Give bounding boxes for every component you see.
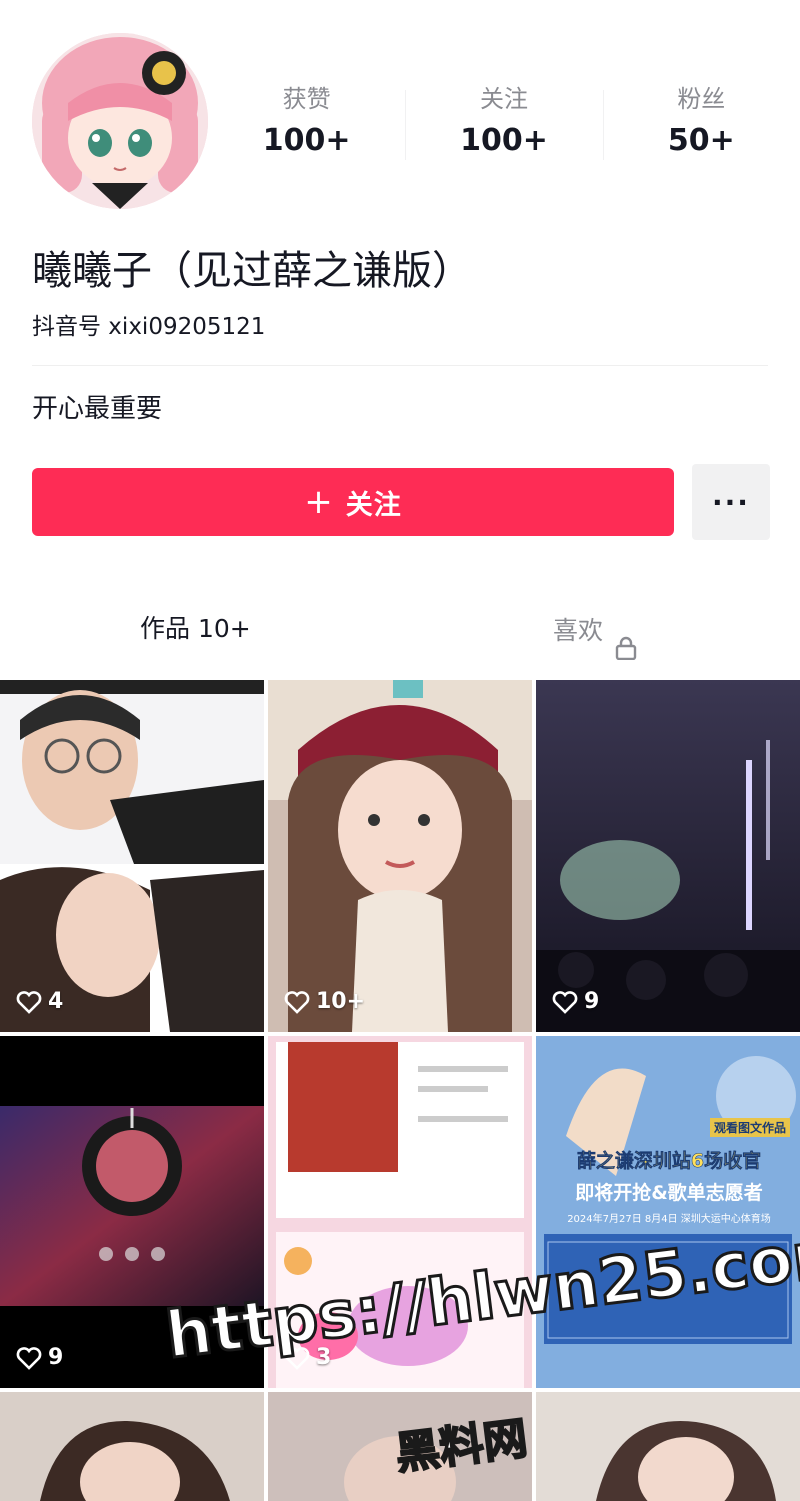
thumb-headline-2: 即将开抢&歌单志愿者 [575,1182,763,1204]
follow-button-label: 关注 [345,489,402,521]
video-thumbnail[interactable] [268,1392,532,1501]
like-count-value: 10+ [316,989,366,1014]
video-thumbnail[interactable]: 观看图文作品 薛之谦深圳站6场收官 即将开抢&歌单志愿者 2024年7月27日 … [536,1036,800,1388]
like-count: 9 [16,1345,63,1370]
video-thumbnail[interactable] [0,1392,264,1501]
like-count: 10+ [284,989,365,1014]
like-count: 9 [552,989,599,1014]
profile-stats: 获赞 100+ 关注 100+ 粉丝 50+ [208,82,800,182]
heart-icon [16,1346,42,1370]
tab-works[interactable]: 作品 10+ [140,596,251,666]
video-thumbnail[interactable]: 9 [536,680,800,1032]
video-thumbnail[interactable]: 3 [268,1036,532,1388]
like-count: 4 [16,989,63,1014]
thumb-headline-1: 薛之谦深圳站6场收官 [576,1150,762,1173]
stat-following-label: 关注 [479,85,528,113]
content-tag: 观看图文作品 [709,1118,790,1137]
lock-icon [615,619,637,661]
heart-icon [552,990,578,1014]
tab-likes[interactable]: 喜欢 [553,596,637,666]
stat-likes-value: 100+ [262,123,351,158]
like-count-value: 4 [48,989,64,1014]
tab-likes-label: 喜欢 [553,616,604,645]
thumb-subline: 2024年7月27日 8月4日 深圳大运中心体育场 [567,1214,771,1225]
stat-following-value: 100+ [460,123,548,158]
like-count: 3 [284,1345,331,1370]
video-thumbnail[interactable] [536,1392,800,1501]
stat-likes[interactable]: 获赞 100+ [208,82,405,182]
video-thumbnail[interactable]: 4 [0,680,264,1032]
follow-button[interactable]: + 关注 [32,468,674,536]
like-count-value: 3 [316,1345,332,1370]
stat-followers-value: 50+ [667,123,735,158]
more-icon: ··· [712,485,750,519]
profile-tabs: 作品 10+ 喜欢 [0,596,800,666]
user-handle: 抖音号 xixi09205121 [32,314,266,340]
avatar[interactable] [32,33,208,209]
stat-followers-label: 粉丝 [677,85,726,113]
divider [32,365,768,366]
heart-icon [284,990,310,1014]
more-options-button[interactable]: ··· [692,464,770,540]
username: 曦曦子（见过薛之谦版） [32,248,472,294]
stat-likes-label: 获赞 [282,85,331,113]
plus-icon: + [304,482,334,522]
stat-followers[interactable]: 粉丝 50+ [602,82,800,182]
profile-header: 获赞 100+ 关注 100+ 粉丝 50+ 曦曦子（见过薛之谦版） 抖音号 x… [0,0,800,590]
heart-icon [284,1346,310,1370]
like-count-value: 9 [48,1345,64,1370]
video-thumbnail[interactable]: 10+ [268,680,532,1032]
video-thumbnail[interactable]: 9 [0,1036,264,1388]
stat-following[interactable]: 关注 100+ [405,82,602,182]
user-bio: 开心最重要 [32,394,163,424]
like-count-value: 9 [584,989,600,1014]
heart-icon [16,990,42,1014]
video-grid: 4 10+ 9 9 3 观看图文作品 薛之谦深圳站6场收官 即将开抢&歌单志愿者… [0,680,800,1501]
